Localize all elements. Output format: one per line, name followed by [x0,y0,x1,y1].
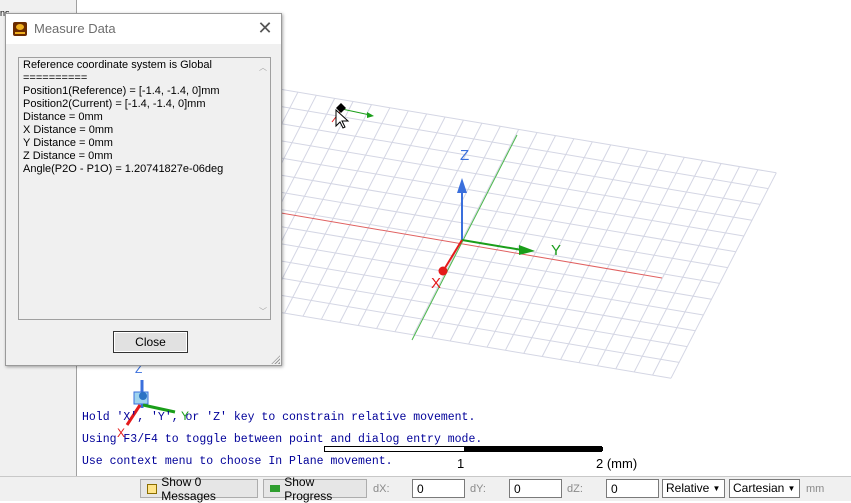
show-messages-label: Show 0 Messages [161,474,216,503]
dz-field[interactable]: 0 [606,479,659,498]
grid-line [633,166,740,373]
mode-select-value: Relative [666,481,710,495]
z-arrowhead-icon [457,178,467,193]
resize-grip-icon[interactable] [270,354,280,364]
grid-line [670,172,777,379]
show-progress-button[interactable]: Show Progress [263,475,367,503]
triad-origin-icon [139,392,147,400]
progress-icon [270,485,281,492]
coord-system-select-value: Cartesian [733,481,785,495]
hint-constrain: Hold 'X', 'Y', or 'Z' key to constrain r… [82,411,476,424]
grid-line [578,157,685,363]
dx-label: dX: [373,483,390,495]
measure-line: Angle(P2O - P1O) = 1.20741827e-06deg [23,163,224,175]
measure-line: Position2(Current) = [-1.4, -1.4, 0]mm [23,98,206,110]
grid-line [523,147,630,354]
measure-output-lines: Reference coordinate system is Global ===… [23,59,223,176]
grid-line [394,126,501,332]
measure-line: Y Distance = 0mm [23,137,113,149]
dz-label: dZ: [567,483,583,495]
dy-field[interactable]: 0 [509,479,562,498]
measure-line: X Distance = 0mm [23,124,114,136]
status-bar: Show 0 Messages Show Progress dX: 0 dY: … [0,475,851,503]
marker-y-arrowhead-icon [367,112,374,118]
scroll-down-icon[interactable]: ﹀ [259,306,267,317]
chevron-down-icon: ▼ [712,484,721,493]
mouse-cursor-icon [335,108,350,129]
scroll-up-icon[interactable]: ︿ [259,62,267,73]
units-label: mm [806,483,825,495]
measure-line: Distance = 0mm [23,111,103,123]
show-progress-label: Show Progress [284,474,333,503]
y-axis-label: Y [551,242,561,259]
hint-in-plane: Use context menu to choose In Plane move… [82,455,393,468]
measure-data-dialog: Measure Data ✕ Reference coordinate syst… [5,13,282,366]
scale-tick-1: 1 [457,456,465,471]
grid-line [486,141,593,348]
dx-field[interactable]: 0 [412,479,465,498]
grid-line [320,113,428,320]
x-axis-label: X [431,275,441,292]
grid-line [431,132,538,339]
x-arrow [444,239,463,269]
dialog-titlebar[interactable]: Measure Data ✕ [6,14,281,44]
app-logo-icon [13,22,27,36]
measure-line: Reference coordinate system is Global [23,59,212,71]
y-arrowhead-icon [519,245,535,255]
measure-line: ========== [23,72,88,84]
grid-line [284,107,391,314]
dy-label: dY: [470,483,486,495]
scale-tick-2: 2 (mm) [596,456,638,471]
measure-line: Position1(Reference) = [-1.4, -1.4, 0]mm [23,85,220,97]
show-messages-button[interactable]: Show 0 Messages [140,475,258,503]
scale-bar-fill [464,447,603,451]
z-axis-label: Z [460,147,469,164]
grid-line [596,160,704,367]
grid-line [339,116,446,323]
measure-line: Z Distance = 0mm [23,150,113,162]
message-icon [147,483,158,494]
grid-line [652,169,759,376]
scale-bar [324,446,603,452]
coord-system-select[interactable]: Cartesian ▼ [729,479,800,498]
grid-line [357,119,464,326]
grid-line [560,153,667,360]
grid-line [302,110,409,317]
grid-line [615,163,722,370]
grid-line [449,135,556,342]
close-button[interactable]: Close [113,331,188,353]
measure-output-text[interactable]: Reference coordinate system is Global ===… [18,57,271,320]
chevron-down-icon: ▼ [787,484,796,493]
mode-select[interactable]: Relative ▼ [662,479,725,498]
dialog-title: Measure Data [34,21,116,36]
hint-toggle-mode: Using F3/F4 to toggle between point and … [82,433,483,446]
close-icon[interactable]: ✕ [255,18,275,38]
